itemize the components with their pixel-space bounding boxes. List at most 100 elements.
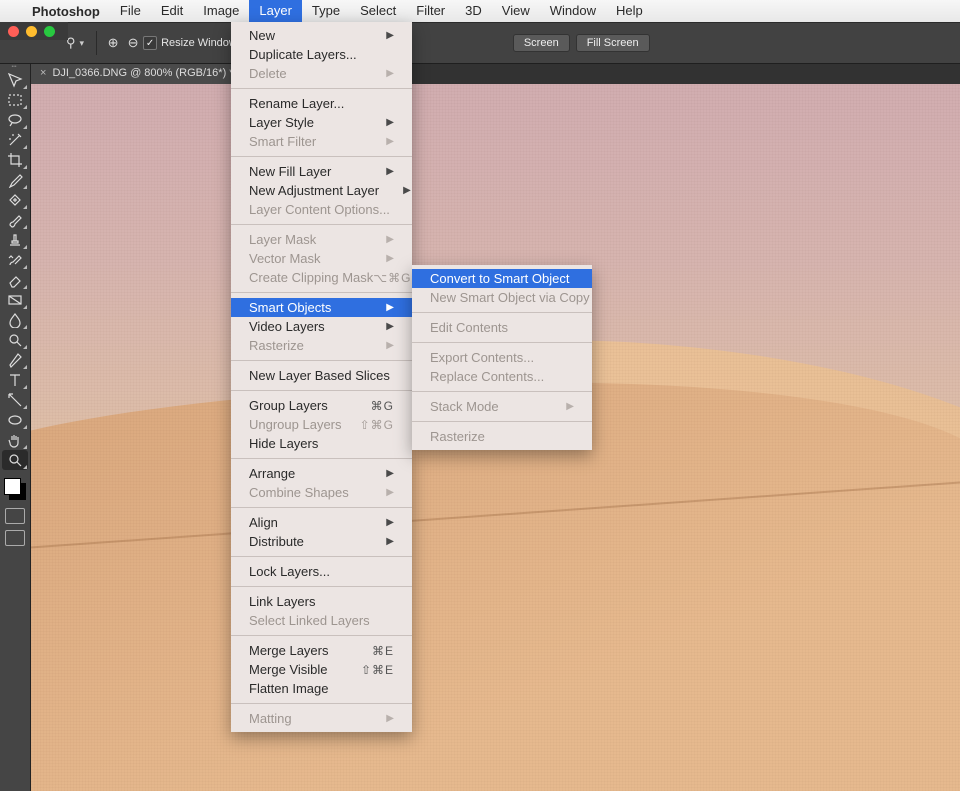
layer-menu-flatten-image[interactable]: Flatten Image	[231, 679, 412, 698]
layer-menu-layer-style[interactable]: Layer Style▶	[231, 113, 412, 132]
layer-menu-smart-objects[interactable]: Smart Objects▶	[231, 298, 412, 317]
screenmode-icon[interactable]	[5, 530, 25, 546]
layer-menu-merge-layers[interactable]: Merge Layers⌘E	[231, 641, 412, 660]
eyedropper-tool[interactable]	[2, 170, 28, 190]
layer-menu-duplicate-layers[interactable]: Duplicate Layers...	[231, 45, 412, 64]
smart-objects-convert-to-smart-object[interactable]: Convert to Smart Object	[412, 269, 592, 288]
heal-tool[interactable]	[2, 190, 28, 210]
menu-item-label: Convert to Smart Object	[430, 271, 569, 286]
zoom-window-icon[interactable]	[44, 26, 55, 37]
menu-3d[interactable]: 3D	[455, 0, 492, 22]
close-tab-icon[interactable]: ×	[40, 67, 46, 79]
tool-preset-chevron-icon[interactable]: ▾	[80, 38, 91, 49]
menu-item-label: Rename Layer...	[249, 96, 344, 111]
brush-tool[interactable]	[2, 210, 28, 230]
layer-menu-align[interactable]: Align▶	[231, 513, 412, 532]
submenu-arrow-icon: ▶	[386, 321, 394, 332]
wand-tool[interactable]	[2, 130, 28, 150]
minimize-window-icon[interactable]	[26, 26, 37, 37]
zoom-tool[interactable]	[2, 450, 28, 470]
layer-menu-layer-content-options: Layer Content Options...	[231, 200, 412, 219]
menu-select[interactable]: Select	[350, 0, 406, 22]
pen-tool[interactable]	[2, 350, 28, 370]
shortcut-label: ⌥⌘G	[373, 271, 411, 285]
resize-windows-checkbox[interactable]	[143, 36, 157, 50]
menu-help[interactable]: Help	[606, 0, 653, 22]
menu-item-label: New	[249, 28, 275, 43]
menu-item-label: New Smart Object via Copy	[430, 290, 590, 305]
layer-menu-matting: Matting▶	[231, 709, 412, 728]
submenu-arrow-icon: ▶	[386, 487, 394, 498]
layer-menu-lock-layers[interactable]: Lock Layers...	[231, 562, 412, 581]
color-swatches[interactable]	[2, 476, 28, 502]
menu-item-label: Rasterize	[249, 338, 304, 353]
layer-menu-arrange[interactable]: Arrange▶	[231, 464, 412, 483]
quickmask-icon[interactable]	[5, 508, 25, 524]
history-tool[interactable]	[2, 250, 28, 270]
window-controls	[0, 22, 68, 40]
submenu-arrow-icon: ▶	[386, 713, 394, 724]
menu-image[interactable]: Image	[193, 0, 249, 22]
eraser-tool[interactable]	[2, 270, 28, 290]
menu-item-label: Video Layers	[249, 319, 325, 334]
layer-menu-new[interactable]: New▶	[231, 26, 412, 45]
menu-window[interactable]: Window	[540, 0, 606, 22]
menu-item-label: Smart Filter	[249, 134, 316, 149]
layer-menu-merge-visible[interactable]: Merge Visible⇧⌘E	[231, 660, 412, 679]
move-tool[interactable]	[2, 70, 28, 90]
menu-file[interactable]: File	[110, 0, 151, 22]
menu-item-label: Distribute	[249, 534, 304, 549]
layer-menu-select-linked-layers: Select Linked Layers	[231, 611, 412, 630]
hand-tool[interactable]	[2, 430, 28, 450]
submenu-arrow-icon: ▶	[386, 302, 394, 313]
layer-menu-hide-layers[interactable]: Hide Layers	[231, 434, 412, 453]
lasso-tool[interactable]	[2, 110, 28, 130]
options-bar: ⚲ ▾ ⊕ ⊖ Resize Windows to Fit Zoo Screen…	[0, 22, 960, 64]
app-name[interactable]: Photoshop	[22, 4, 110, 19]
menu-item-label: Select Linked Layers	[249, 613, 370, 628]
submenu-arrow-icon: ▶	[386, 166, 394, 177]
stamp-tool[interactable]	[2, 230, 28, 250]
foreground-color-swatch[interactable]	[4, 478, 21, 495]
layer-menu-delete: Delete▶	[231, 64, 412, 83]
menu-item-label: Stack Mode	[430, 399, 499, 414]
layer-menu-distribute[interactable]: Distribute▶	[231, 532, 412, 551]
document-title: DJI_0366.DNG @ 800% (RGB/16*) *	[52, 67, 233, 79]
smart-objects-rasterize: Rasterize	[412, 427, 592, 446]
layer-menu-ungroup-layers: Ungroup Layers⇧⌘G	[231, 415, 412, 434]
shape-tool[interactable]	[2, 410, 28, 430]
layer-menu-new-adjustment-layer[interactable]: New Adjustment Layer▶	[231, 181, 412, 200]
menu-item-label: Layer Style	[249, 115, 314, 130]
layer-menu-new-layer-based-slices[interactable]: New Layer Based Slices	[231, 366, 412, 385]
menu-layer[interactable]: Layer	[249, 0, 302, 22]
menu-filter[interactable]: Filter	[406, 0, 455, 22]
smart-objects-replace-contents: Replace Contents...	[412, 367, 592, 386]
gradient-tool[interactable]	[2, 290, 28, 310]
layer-menu: New▶Duplicate Layers...Delete▶Rename Lay…	[231, 22, 412, 732]
layer-menu-video-layers[interactable]: Video Layers ▶	[231, 317, 412, 336]
layer-menu-new-fill-layer[interactable]: New Fill Layer▶	[231, 162, 412, 181]
menu-item-label: Arrange	[249, 466, 295, 481]
layer-menu-rename-layer[interactable]: Rename Layer...	[231, 94, 412, 113]
smart-objects-edit-contents: Edit Contents	[412, 318, 592, 337]
zoom-in-icon[interactable]: ⊕	[103, 34, 123, 52]
fit-screen-button[interactable]: Screen	[513, 34, 570, 52]
marquee-tool[interactable]	[2, 90, 28, 110]
menu-type[interactable]: Type	[302, 0, 350, 22]
document-tab[interactable]: × DJI_0366.DNG @ 800% (RGB/16*) *	[30, 62, 244, 84]
submenu-arrow-icon: ▶	[386, 517, 394, 528]
layer-menu-group-layers[interactable]: Group Layers⌘G	[231, 396, 412, 415]
blur-tool[interactable]	[2, 310, 28, 330]
dodge-tool[interactable]	[2, 330, 28, 350]
menu-view[interactable]: View	[492, 0, 540, 22]
zoom-out-icon[interactable]: ⊖	[123, 34, 143, 52]
path-tool[interactable]	[2, 390, 28, 410]
smart-objects-export-contents: Export Contents...	[412, 348, 592, 367]
fill-screen-button[interactable]: Fill Screen	[576, 34, 650, 52]
type-tool[interactable]	[2, 370, 28, 390]
menu-item-label: Edit Contents	[430, 320, 508, 335]
close-window-icon[interactable]	[8, 26, 19, 37]
layer-menu-link-layers[interactable]: Link Layers	[231, 592, 412, 611]
crop-tool[interactable]	[2, 150, 28, 170]
menu-edit[interactable]: Edit	[151, 0, 193, 22]
